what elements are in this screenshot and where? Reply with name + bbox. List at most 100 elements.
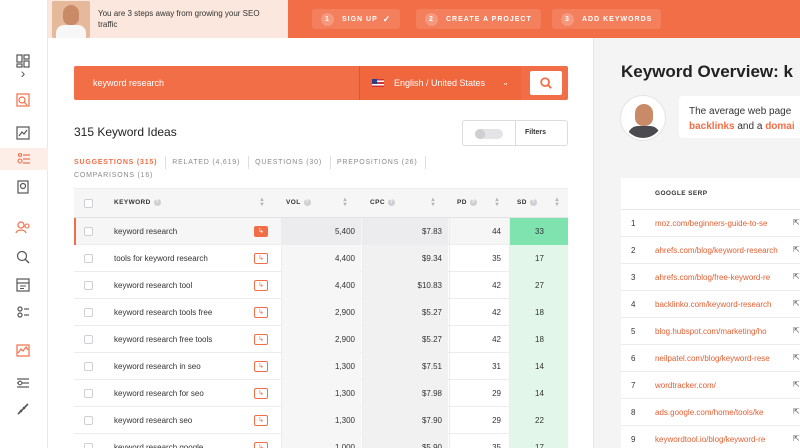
- external-link-icon[interactable]: ⇱: [793, 299, 800, 308]
- sd-cell: 18: [535, 335, 544, 344]
- step-create-project[interactable]: 2 CREATE A PROJECT: [416, 9, 541, 29]
- external-link-icon[interactable]: ⇱: [793, 218, 800, 227]
- backlinks-icon[interactable]: [12, 176, 34, 198]
- external-link-icon[interactable]: ⇱: [793, 407, 800, 416]
- table-row[interactable]: keyword research tool ↳ 4,400 $10.83 42 27: [74, 272, 568, 299]
- column-vol[interactable]: VOL?: [286, 199, 311, 206]
- table-row[interactable]: keyword research free tools ↳ 2,900 $5.27 42…: [74, 326, 568, 353]
- sort-icon[interactable]: ▲ ▼: [430, 197, 436, 208]
- external-link-icon[interactable]: ⇱: [793, 272, 800, 281]
- keyword-link-icon[interactable]: ↳: [254, 280, 268, 291]
- cpc-cell: $10.83: [417, 281, 442, 290]
- tab-related[interactable]: RELATED (4,619): [172, 156, 250, 169]
- keyword-cell[interactable]: keyword research seo: [114, 416, 192, 425]
- keyword-cell[interactable]: keyword research: [114, 227, 177, 236]
- content-ideas-icon[interactable]: [12, 274, 34, 296]
- rank-tracker-icon[interactable]: [12, 216, 34, 238]
- table-row[interactable]: keyword research tools free ↳ 2,900 $5.27 42…: [74, 299, 568, 326]
- chrome-extension-icon[interactable]: [12, 372, 34, 394]
- table-row[interactable]: keyword research seo ↳ 1,300 $7.90 29 22: [74, 407, 568, 434]
- keyword-link-icon[interactable]: ↳: [254, 334, 268, 345]
- keyword-cell[interactable]: keyword research in seo: [114, 362, 201, 371]
- tab-prepositions[interactable]: PREPOSITIONS (26): [337, 156, 427, 169]
- avatar: [621, 96, 665, 140]
- traffic-overview-icon[interactable]: [12, 340, 34, 362]
- column-cpc[interactable]: CPC?: [370, 199, 395, 206]
- filters-button[interactable]: Filters: [525, 129, 546, 136]
- step-add-keywords[interactable]: 3 ADD KEYWORDS: [552, 9, 662, 29]
- table-row[interactable]: keyword research in seo ↳ 1,300 $7.51 31 14: [74, 353, 568, 380]
- serp-rank: 2: [631, 246, 636, 255]
- serp-url-link[interactable]: ahrefs.com/blog/free-keyword-re: [655, 273, 770, 282]
- serp-url-link[interactable]: ahrefs.com/blog/keyword-research: [655, 246, 778, 255]
- keyword-cell[interactable]: keyword research for seo: [114, 389, 204, 398]
- tab-suggestions[interactable]: SUGGESTIONS (315): [74, 156, 167, 169]
- select-all-checkbox[interactable]: [84, 199, 93, 208]
- step-sign-up[interactable]: 1 SIGN UP ✓: [312, 9, 401, 29]
- tab-questions[interactable]: QUESTIONS (30): [255, 156, 331, 169]
- row-checkbox[interactable]: [84, 362, 93, 371]
- column-pd[interactable]: PD?: [457, 199, 477, 206]
- tab-comparisons[interactable]: COMPARISONS (16): [74, 169, 161, 182]
- row-checkbox[interactable]: [84, 335, 93, 344]
- external-link-icon[interactable]: ⇱: [793, 245, 800, 254]
- domain-link[interactable]: domai: [765, 121, 794, 132]
- serp-url-link[interactable]: moz.com/beginners-guide-to-se: [655, 219, 768, 228]
- search-button[interactable]: [530, 71, 562, 95]
- language-select[interactable]: English / United States ⌄: [359, 66, 521, 100]
- keyword-link-icon[interactable]: ↳: [254, 226, 268, 237]
- keyword-link-icon[interactable]: ↳: [254, 253, 268, 264]
- site-audit-icon[interactable]: [12, 89, 34, 111]
- sort-icon[interactable]: ▲ ▼: [494, 197, 500, 208]
- row-checkbox[interactable]: [84, 443, 93, 448]
- serp-url-link[interactable]: backlinko.com/keyword-research: [655, 300, 772, 309]
- dashboard-icon[interactable]: [12, 50, 34, 72]
- filter-toggle[interactable]: [475, 129, 503, 139]
- external-link-icon[interactable]: ⇱: [793, 326, 800, 335]
- external-link-icon[interactable]: ⇱: [793, 434, 800, 443]
- search-input[interactable]: keyword research: [74, 66, 359, 100]
- keyword-link-icon[interactable]: ↳: [254, 388, 268, 399]
- keyword-link-icon[interactable]: ↳: [254, 415, 268, 426]
- external-link-icon[interactable]: ⇱: [793, 380, 800, 389]
- keyword-cell[interactable]: keyword research google: [114, 443, 203, 448]
- page-title: 315 Keyword Ideas: [74, 125, 177, 139]
- backlinks-link[interactable]: backlinks: [689, 121, 735, 132]
- serp-url-link[interactable]: ads.google.com/home/tools/ke: [655, 408, 764, 417]
- serp-url-link[interactable]: wordtracker.com/: [655, 381, 716, 390]
- keyword-link-icon[interactable]: ↳: [254, 361, 268, 372]
- row-checkbox[interactable]: [84, 281, 93, 290]
- table-row[interactable]: keyword research google ↳ 1,000 $5.90 35 17: [74, 434, 568, 448]
- keyword-link-icon[interactable]: ↳: [254, 442, 268, 448]
- sort-icon[interactable]: ▲ ▼: [554, 197, 560, 208]
- keyword-cell[interactable]: keyword research tool: [114, 281, 192, 290]
- table-row[interactable]: tools for keyword research ↳ 4,400 $9.34 35 1…: [74, 245, 568, 272]
- row-checkbox[interactable]: [84, 254, 93, 263]
- keyword-cell[interactable]: keyword research free tools: [114, 335, 212, 344]
- serp-url-link[interactable]: keywordtool.io/blog/keyword-re: [655, 435, 765, 444]
- keyword-cell[interactable]: tools for keyword research: [114, 254, 208, 263]
- table-row[interactable]: keyword research ↳ 5,400 $7.83 44 33: [74, 218, 568, 245]
- cpc-cell: $9.34: [421, 254, 442, 263]
- serp-url-link[interactable]: neilpatel.com/blog/keyword-rese: [655, 354, 770, 363]
- seo-analyzer-icon[interactable]: [12, 301, 34, 323]
- tip-bubble: The average web page backlinks and a dom…: [679, 96, 800, 138]
- column-sd[interactable]: SD?: [517, 199, 537, 206]
- row-checkbox[interactable]: [84, 227, 93, 236]
- sort-icon[interactable]: ▲ ▼: [259, 197, 265, 208]
- row-checkbox[interactable]: [84, 389, 93, 398]
- row-checkbox[interactable]: [84, 308, 93, 317]
- column-keyword[interactable]: KEYWORD?: [114, 199, 161, 206]
- settings-icon[interactable]: [12, 398, 34, 420]
- table-row[interactable]: keyword research for seo ↳ 1,300 $7.98 29 14: [74, 380, 568, 407]
- row-checkbox[interactable]: [84, 416, 93, 425]
- vol-cell: 4,400: [334, 254, 355, 263]
- keyword-research-icon[interactable]: [12, 246, 34, 268]
- serp-url-link[interactable]: blog.hubspot.com/marketing/ho: [655, 327, 767, 336]
- keyword-cell[interactable]: keyword research tools free: [114, 308, 212, 317]
- traffic-analyzer-icon[interactable]: [12, 122, 34, 144]
- keyword-ideas-icon[interactable]: [0, 148, 48, 170]
- external-link-icon[interactable]: ⇱: [793, 353, 800, 362]
- keyword-link-icon[interactable]: ↳: [254, 307, 268, 318]
- sort-icon[interactable]: ▲ ▼: [342, 197, 348, 208]
